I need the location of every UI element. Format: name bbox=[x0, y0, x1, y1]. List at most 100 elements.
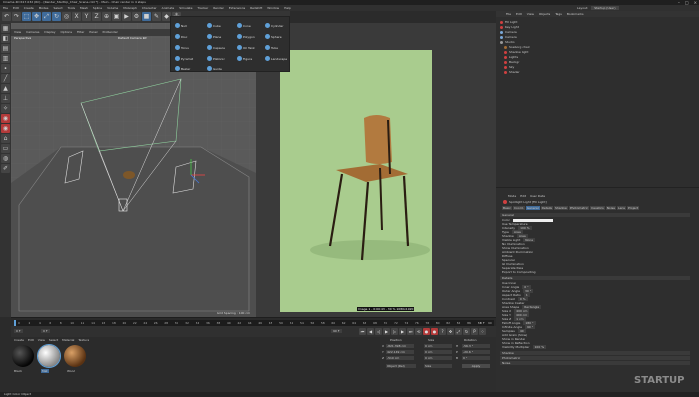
layout-selector[interactable]: Layout: Startup (User) bbox=[577, 6, 619, 10]
menu-item-torus[interactable]: Torus bbox=[175, 45, 189, 50]
render-settings-icon[interactable]: ⚙ bbox=[132, 12, 141, 21]
goto-start-icon[interactable]: ⏮ bbox=[359, 328, 366, 335]
menu-item-guide[interactable]: Guide bbox=[207, 66, 222, 71]
render-picture-icon[interactable]: ▶ bbox=[122, 12, 131, 21]
menu-item-platonic[interactable]: Platonic bbox=[207, 56, 225, 61]
workplane-icon[interactable]: ▥ bbox=[1, 54, 10, 63]
field-row[interactable]: Visibility Multiplier 100 % bbox=[502, 345, 547, 349]
make-editable-icon[interactable]: ▦ bbox=[1, 24, 10, 33]
attribute-menu-item[interactable]: Mode bbox=[508, 194, 516, 198]
record-icon[interactable]: ● bbox=[423, 328, 430, 335]
material-menu-item[interactable]: Select bbox=[49, 338, 58, 342]
select-icon[interactable]: ⬚ bbox=[22, 12, 31, 21]
move-icon[interactable]: ✥ bbox=[32, 12, 41, 21]
edges-mode-icon[interactable]: ╱ bbox=[1, 74, 10, 83]
object-menu-item[interactable]: Objects bbox=[539, 11, 550, 17]
menu-item-bezier[interactable]: Bezier bbox=[175, 66, 190, 71]
material-swatch-mat[interactable] bbox=[37, 344, 61, 368]
end-frame-field[interactable]: 90 F bbox=[331, 329, 342, 333]
viewport-camera-label[interactable]: Default Camera ⊕▾ bbox=[118, 36, 147, 40]
viewport-menu-item[interactable]: ProRender bbox=[102, 29, 117, 36]
layout-value[interactable]: Startup (User) bbox=[591, 6, 619, 10]
axis-mode-icon[interactable]: ⊥ bbox=[1, 94, 10, 103]
object-row[interactable]: Sky bbox=[504, 65, 694, 69]
material-menu-item[interactable]: Texture bbox=[78, 338, 89, 342]
snap-icon[interactable]: ◉ bbox=[1, 114, 10, 123]
object-row[interactable]: Camera bbox=[500, 35, 690, 39]
size-z-field[interactable]: 0 cm bbox=[424, 356, 452, 360]
field-row[interactable]: Export to Compositing bbox=[502, 270, 536, 274]
object-row[interactable]: Studio bbox=[500, 40, 690, 44]
next-key-icon[interactable]: ▶ bbox=[399, 328, 406, 335]
attribute-menu-item[interactable]: Edit bbox=[520, 194, 526, 198]
material-menu-item[interactable]: View bbox=[38, 338, 45, 342]
menu-item-capsule[interactable]: Capsule bbox=[207, 45, 225, 50]
render-view-icon[interactable]: ▣ bbox=[112, 12, 121, 21]
object-menu-item[interactable]: Tags bbox=[555, 11, 562, 17]
tab-coord[interactable]: Coord. bbox=[512, 206, 525, 210]
object-row[interactable]: Fill Light bbox=[500, 20, 690, 24]
object-row[interactable]: Soeborg chair bbox=[504, 45, 694, 49]
loop-icon[interactable]: ⟲ bbox=[415, 328, 422, 335]
autokey-icon[interactable]: ● bbox=[431, 328, 438, 335]
scale-key-icon[interactable]: ⤢ bbox=[455, 328, 462, 335]
size-mode-select[interactable]: Size bbox=[424, 364, 452, 368]
menu-item-oil-tank[interactable]: Oil Tank bbox=[237, 45, 255, 50]
cube-icon[interactable]: ■ bbox=[142, 12, 151, 21]
menu-item-tube[interactable]: Tube bbox=[265, 45, 278, 50]
tab-lens[interactable]: Lens bbox=[617, 206, 626, 210]
polygons-mode-icon[interactable]: ▲ bbox=[1, 84, 10, 93]
tab-caustics[interactable]: Caustics bbox=[590, 206, 605, 210]
section-general[interactable]: General bbox=[500, 213, 690, 217]
object-row[interactable]: Shadow light bbox=[504, 50, 694, 54]
tab-details[interactable]: Details bbox=[540, 206, 553, 210]
menu-item-figure[interactable]: Figure bbox=[237, 56, 252, 61]
viewport-menu-item[interactable]: Cameras bbox=[26, 29, 39, 36]
locked-workplane-icon[interactable]: ⌂ bbox=[1, 134, 10, 143]
next-frame-icon[interactable]: ▷ bbox=[391, 328, 398, 335]
axis-x-icon[interactable]: X bbox=[72, 12, 81, 21]
tab-general[interactable]: General bbox=[525, 206, 540, 210]
object-menu-item[interactable]: View bbox=[527, 11, 534, 17]
object-menu-item[interactable]: Bookmarks bbox=[567, 11, 584, 17]
coord-mode-select[interactable]: Object (Rel) bbox=[386, 364, 416, 368]
play-icon[interactable]: ▶ bbox=[383, 328, 390, 335]
menu-item-disc[interactable]: Disc bbox=[175, 34, 187, 39]
goto-end-icon[interactable]: ⏭ bbox=[407, 328, 414, 335]
current-frame-field[interactable]: 0 F bbox=[14, 329, 23, 333]
start-frame-field[interactable]: 0 F bbox=[41, 329, 50, 333]
menu-item-pyramid[interactable]: Pyramid bbox=[175, 56, 193, 61]
undo-icon[interactable]: ↶ bbox=[2, 12, 11, 21]
object-row[interactable]: Backgr bbox=[504, 60, 694, 64]
pen-icon[interactable]: ✎ bbox=[152, 12, 161, 21]
viewport-menu-item[interactable]: Display bbox=[44, 29, 55, 36]
rotation-key-icon[interactable]: ↻ bbox=[463, 328, 470, 335]
object-row[interactable]: Lights bbox=[504, 55, 694, 59]
position-z-field[interactable]: -510 cm bbox=[386, 356, 414, 360]
texture-mode-icon[interactable]: ▤ bbox=[1, 44, 10, 53]
section-details[interactable]: Details bbox=[500, 276, 690, 280]
solo-icon[interactable]: ◍ bbox=[1, 154, 10, 163]
axis-z-icon[interactable]: Z bbox=[92, 12, 101, 21]
object-row[interactable]: Camera bbox=[500, 30, 690, 34]
planar-workplane-icon[interactable]: ▭ bbox=[1, 144, 10, 153]
parameter-key-icon[interactable]: P bbox=[471, 328, 478, 335]
tab-basic[interactable]: Basic bbox=[502, 206, 512, 210]
rotation-p-field[interactable]: -20.6 ° bbox=[462, 350, 490, 354]
apply-button[interactable]: Apply bbox=[462, 364, 490, 368]
material-swatch-wood[interactable] bbox=[64, 345, 86, 367]
menu-item-cone[interactable]: Cone bbox=[237, 23, 251, 28]
position-x-field[interactable]: -821.398 cm bbox=[386, 344, 414, 348]
material-swatch-black[interactable] bbox=[12, 345, 34, 367]
axis-y-icon[interactable]: Y bbox=[82, 12, 91, 21]
redo-icon[interactable]: ↷ bbox=[12, 12, 21, 21]
menu-item-polygon[interactable]: Polygon bbox=[237, 34, 255, 39]
material-menu-item[interactable]: Edit bbox=[28, 338, 34, 342]
menu-item-plane[interactable]: Plane bbox=[207, 34, 221, 39]
menu-item-cube[interactable]: Cube bbox=[207, 23, 221, 28]
attribute-menu-item[interactable]: User Data bbox=[530, 194, 545, 198]
material-menu-item[interactable]: Create bbox=[14, 338, 24, 342]
coordinate-system-icon[interactable]: ⊕ bbox=[102, 12, 111, 21]
object-row[interactable]: Key Light bbox=[500, 25, 690, 29]
material-menu-item[interactable]: Material bbox=[62, 338, 74, 342]
